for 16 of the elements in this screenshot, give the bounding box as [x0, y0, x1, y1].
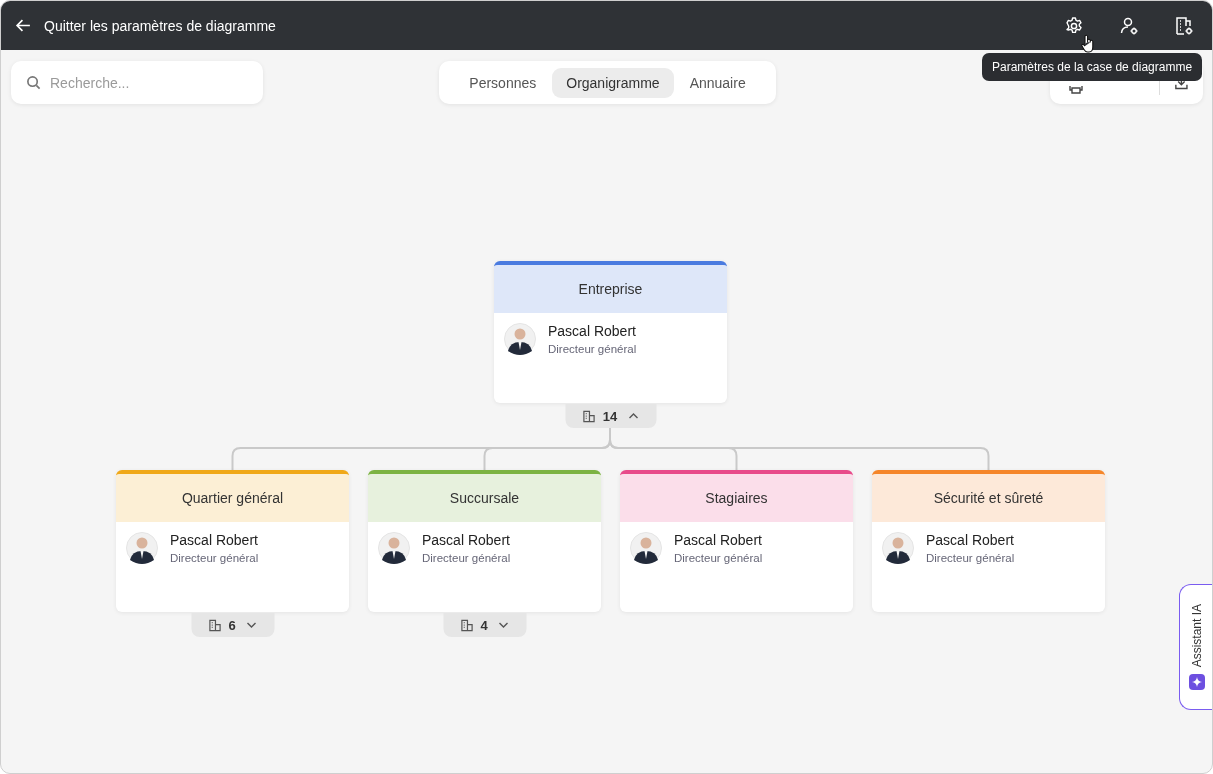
tooltip: Paramètres de la case de diagramme — [982, 53, 1203, 81]
card-header: Entreprise — [494, 265, 727, 313]
person-name: Pascal Robert — [422, 532, 511, 548]
job-title: Directeur général — [926, 552, 1015, 564]
person-name: Pascal Robert — [170, 532, 259, 548]
card-header: Succursale — [368, 474, 601, 522]
card-header: Sécurité et sûreté — [872, 474, 1105, 522]
job-title: Directeur général — [674, 552, 763, 564]
card-header: Quartier général — [116, 474, 349, 522]
person-name: Pascal Robert — [674, 532, 763, 548]
card-header: Stagiaires — [620, 474, 853, 522]
job-title: Directeur général — [422, 552, 511, 564]
job-title: Directeur général — [548, 343, 637, 355]
person-name: Pascal Robert — [926, 532, 1015, 548]
job-title: Directeur général — [170, 552, 259, 564]
person-name: Pascal Robert — [548, 323, 637, 339]
